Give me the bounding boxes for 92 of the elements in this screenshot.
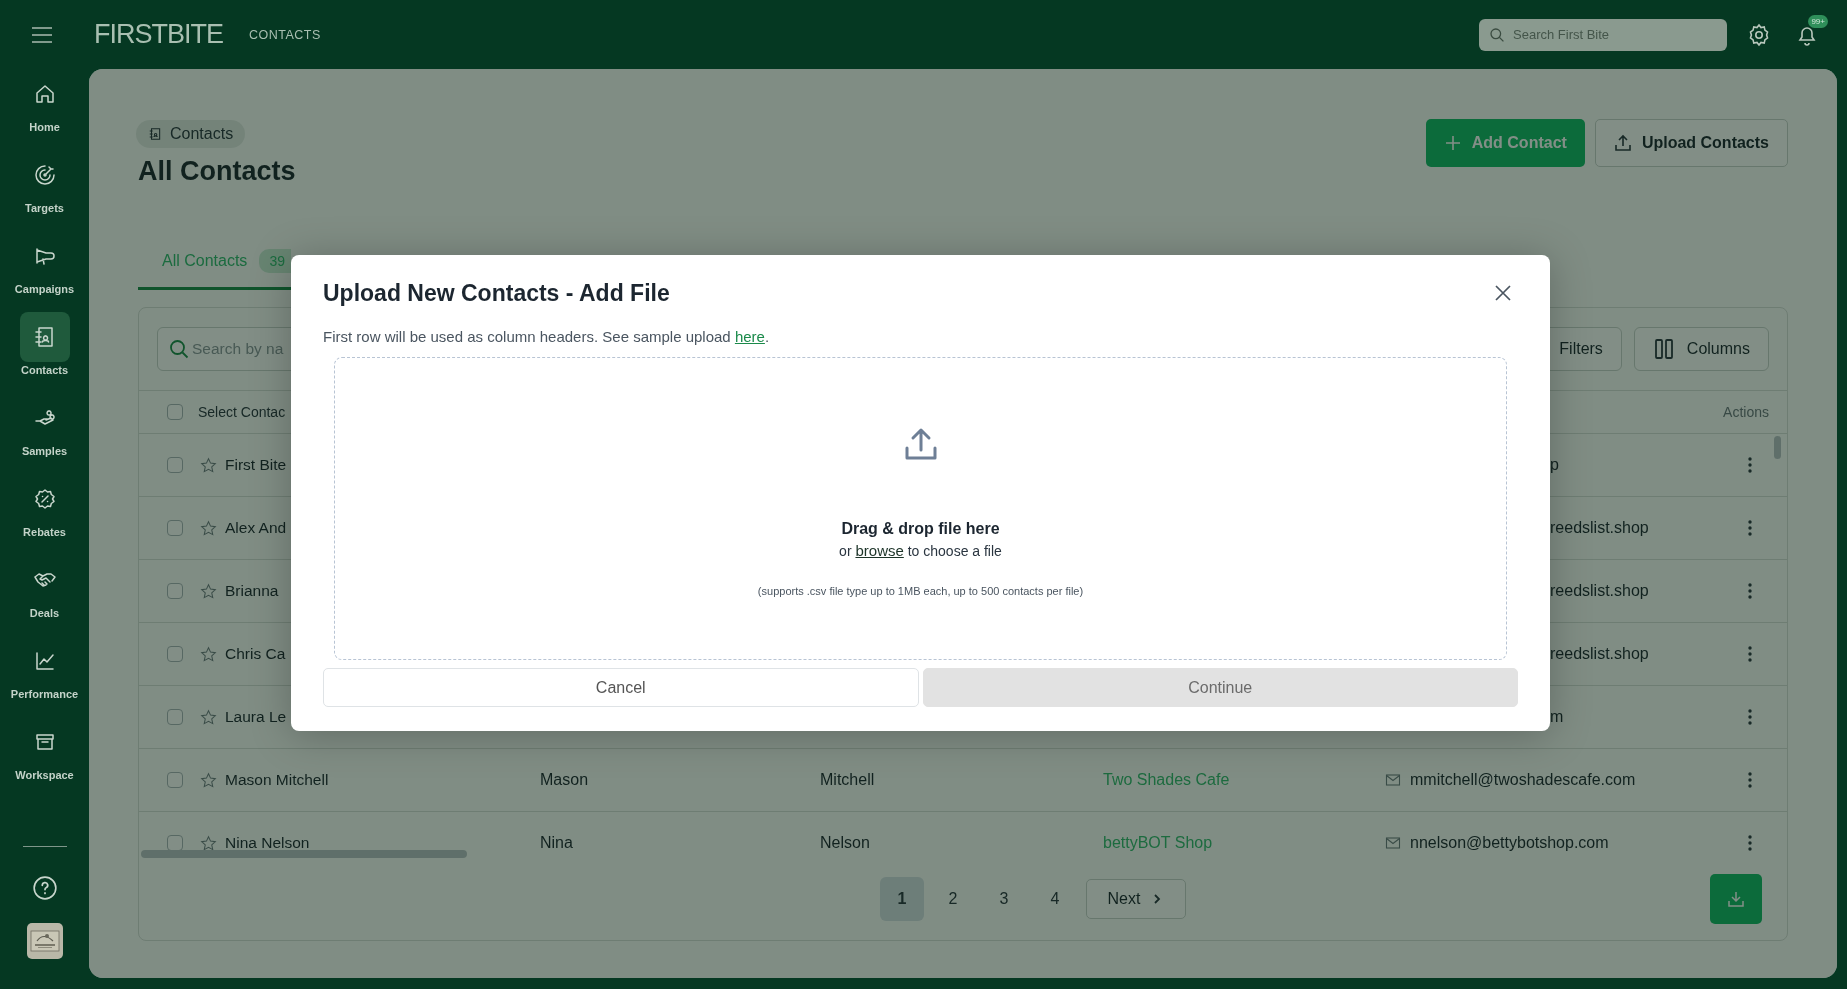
logo[interactable]: FIRSTBITE [94,19,223,50]
mail-icon [1385,835,1401,851]
target-icon [32,163,57,187]
page-button[interactable]: 1 [880,877,924,921]
contact-book-icon [148,127,162,141]
table-cell: nnelson@bettybotshop.com [1410,834,1609,852]
table-cell-text: Brianna [225,582,280,600]
settings-icon[interactable] [1747,22,1771,47]
notification-badge: 99+ [1808,14,1828,28]
checkbox[interactable] [167,520,183,536]
more-icon[interactable] [1747,708,1753,726]
page-button[interactable]: 4 [1033,877,1077,921]
page-button[interactable]: 3 [982,877,1026,921]
sample-link[interactable]: here [734,328,765,345]
checkbox[interactable] [167,583,183,599]
sidebar-item[interactable]: Home [0,69,89,150]
star-icon[interactable] [200,834,217,852]
menu-icon[interactable] [31,26,53,43]
checkbox[interactable] [167,404,183,420]
plus-icon [1443,134,1462,152]
drop-instruction: or browse to choose a file [839,542,1002,559]
next-button[interactable]: Next [1086,879,1186,919]
sidebar-item[interactable]: Rebates [0,474,89,555]
column-header: Select Contac [198,404,286,420]
more-icon[interactable] [1747,582,1753,600]
file-hint: (supports .csv file type up to 1MB each, up to 500 contacts per file) [757,585,1084,597]
more-icon[interactable] [1747,456,1753,474]
table-cell: reedslist.shop [1550,645,1649,663]
cancel-button[interactable]: Cancel [323,668,919,707]
upload-contacts-button[interactable]: Upload Contacts [1594,119,1788,167]
drop-zone[interactable]: Drag & drop file here or browse to choose a file (supports .csv file type up to 1MB each, up to 500 contacts per file) [334,357,1507,660]
page-name: CONTACTS [249,27,321,42]
sidebar-item[interactable]: Workspace [0,717,89,798]
more-icon[interactable] [1747,771,1753,789]
table-cell: reedslist.shop [1550,519,1649,537]
table-cell-text: First Bite [225,456,288,474]
star-icon[interactable] [200,771,217,789]
more-icon[interactable] [1747,519,1753,537]
sidebar-item[interactable]: Targets [0,150,89,231]
table-cell: reedslist.shop [1550,582,1649,600]
star-icon[interactable] [200,708,217,726]
table-cell: p [1550,456,1559,474]
checkbox[interactable] [167,835,183,851]
table-cell-text: Nina Nelson [225,834,311,852]
sidebar-item[interactable]: Contacts [0,312,89,393]
table-cell-text: Nina [540,834,574,852]
dialog-title: Upload New Contacts - Add File [323,279,670,308]
search-icon [1489,26,1505,43]
table-cell: m [1550,708,1564,726]
columns-button[interactable]: Columns [1633,327,1769,371]
page-button[interactable]: 2 [931,877,975,921]
checkbox[interactable] [167,457,183,473]
checkbox[interactable] [167,772,183,788]
table-cell-text: Mason Mitchell [225,771,330,789]
more-icon[interactable] [1747,645,1753,663]
count-badge: 39 [259,249,291,273]
close-icon[interactable] [1494,284,1512,302]
checkbox[interactable] [167,709,183,725]
download-button[interactable] [1710,874,1762,924]
page-title: All Contacts [138,156,296,187]
scrollbar[interactable] [1774,436,1781,459]
table-cell-text: Mitchell [820,771,876,789]
table-cell: mmitchell@twoshadescafe.com [1410,771,1636,789]
table-cell-text: Mason [540,771,590,789]
more-icon[interactable] [1747,834,1753,852]
checkbox[interactable] [167,646,183,662]
star-icon[interactable] [200,456,217,474]
mail-icon [1385,772,1401,788]
browse-link[interactable]: browse [855,542,904,559]
sidebar-item[interactable]: Deals [0,555,89,636]
upload-icon [1613,134,1632,152]
search-field[interactable]: Search First Bite [1479,18,1727,51]
columns-icon [1652,338,1675,360]
percent-badge-icon [32,487,57,511]
table-cell-text: Nelson [820,834,871,852]
table-cell-text: Laura Le [225,708,288,726]
column-header: Actions [1723,404,1769,420]
sidebar-item[interactable]: Performance [0,636,89,717]
star-icon[interactable] [200,582,217,600]
drop-heading: Drag & drop file here [841,520,1000,538]
download-icon [1727,890,1745,908]
table-cell-text: Alex And [225,519,288,537]
sidebar-item[interactable]: Samples [0,393,89,474]
star-icon[interactable] [200,519,217,537]
help-icon[interactable] [31,875,58,901]
search-icon [169,339,189,359]
upload-note: First row will be used as column headers. See sample upload here. [323,328,771,345]
sidebar-item[interactable]: Campaigns [0,231,89,312]
scrollbar[interactable] [141,850,467,858]
star-icon[interactable] [200,645,217,663]
table-cell-text: Chris Ca [225,645,287,663]
breadcrumb[interactable]: Contacts [136,120,246,148]
